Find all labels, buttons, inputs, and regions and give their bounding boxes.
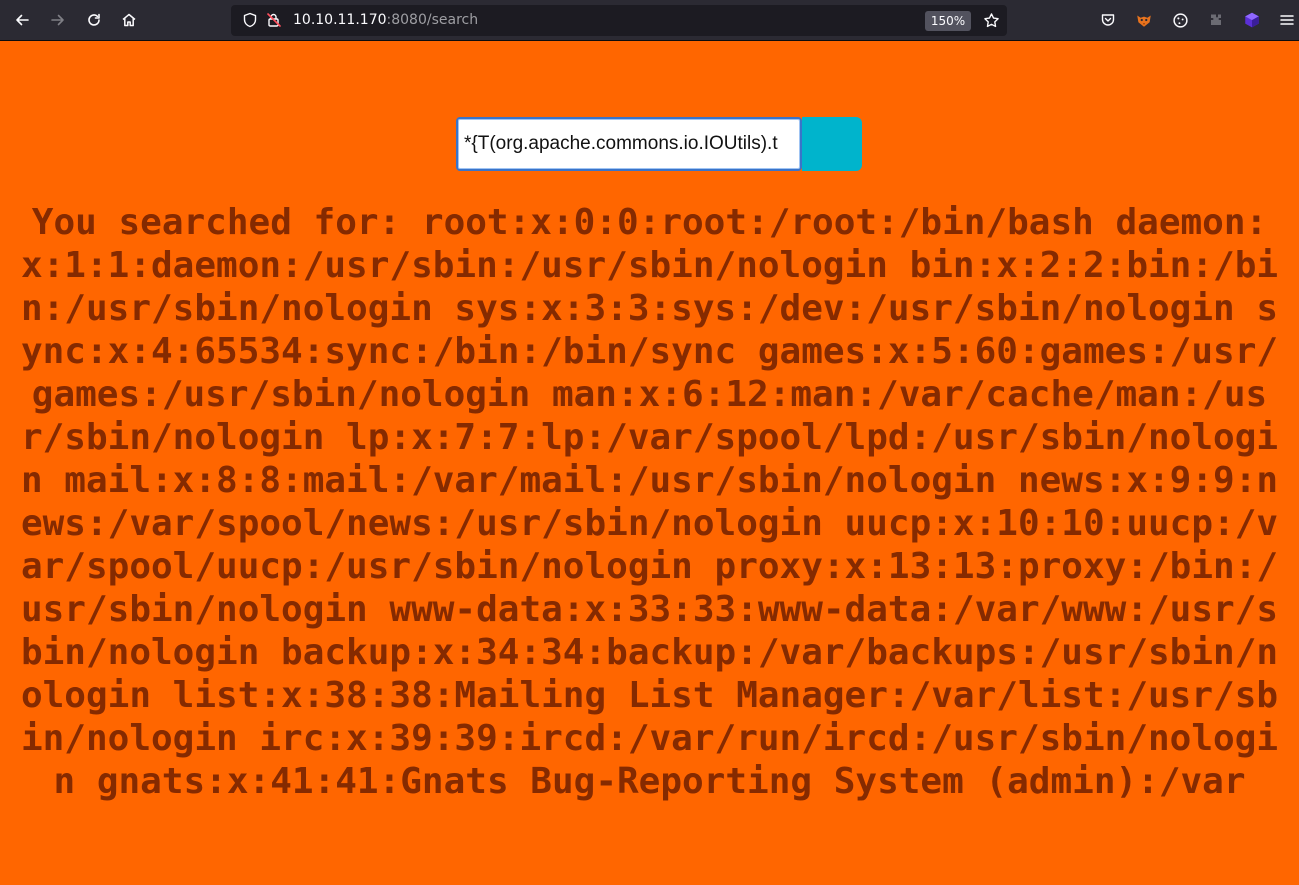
address-bar[interactable]: 10.10.11.170:8080/search 150% (231, 5, 1007, 36)
extension-button-3[interactable] (1202, 6, 1230, 34)
home-button[interactable] (115, 6, 143, 34)
page-content: You searched for: root:x:0:0:root:/root:… (0, 41, 1299, 885)
extension-button-1[interactable] (1130, 6, 1158, 34)
search-button[interactable] (802, 117, 862, 171)
app-menu-button[interactable] (1273, 6, 1299, 34)
arrow-right-icon (51, 14, 64, 26)
extension-button-4[interactable] (1238, 6, 1266, 34)
cube-extension-icon (1245, 12, 1259, 28)
url-host: 10.10.11.170 (293, 12, 387, 28)
home-icon (122, 13, 136, 27)
zoom-level-button[interactable]: 150% (925, 11, 971, 31)
reload-button[interactable] (80, 6, 108, 34)
lock-warning-icon[interactable] (265, 11, 283, 29)
browser-toolbar: 10.10.11.170:8080/search 150% (0, 0, 1299, 41)
shield-icon[interactable] (241, 11, 259, 29)
url-path: :8080/search (386, 12, 479, 28)
arrow-left-icon (16, 14, 29, 26)
search-input[interactable] (456, 117, 802, 171)
reload-icon (88, 13, 100, 26)
back-button[interactable] (8, 6, 36, 34)
search-result-text: You searched for: root:x:0:0:root:/root:… (20, 202, 1279, 802)
pocket-button[interactable] (1094, 6, 1122, 34)
fox-extension-icon (1137, 15, 1151, 27)
url-text[interactable]: 10.10.11.170:8080/search (293, 12, 478, 29)
cookie-icon (1172, 12, 1188, 28)
forward-button[interactable] (44, 6, 72, 34)
puzzle-extension-icon (1211, 14, 1221, 25)
pocket-icon (1101, 14, 1115, 26)
extension-button-2[interactable] (1166, 6, 1194, 34)
star-icon[interactable] (982, 11, 1000, 29)
hamburger-menu-icon (1280, 15, 1294, 25)
